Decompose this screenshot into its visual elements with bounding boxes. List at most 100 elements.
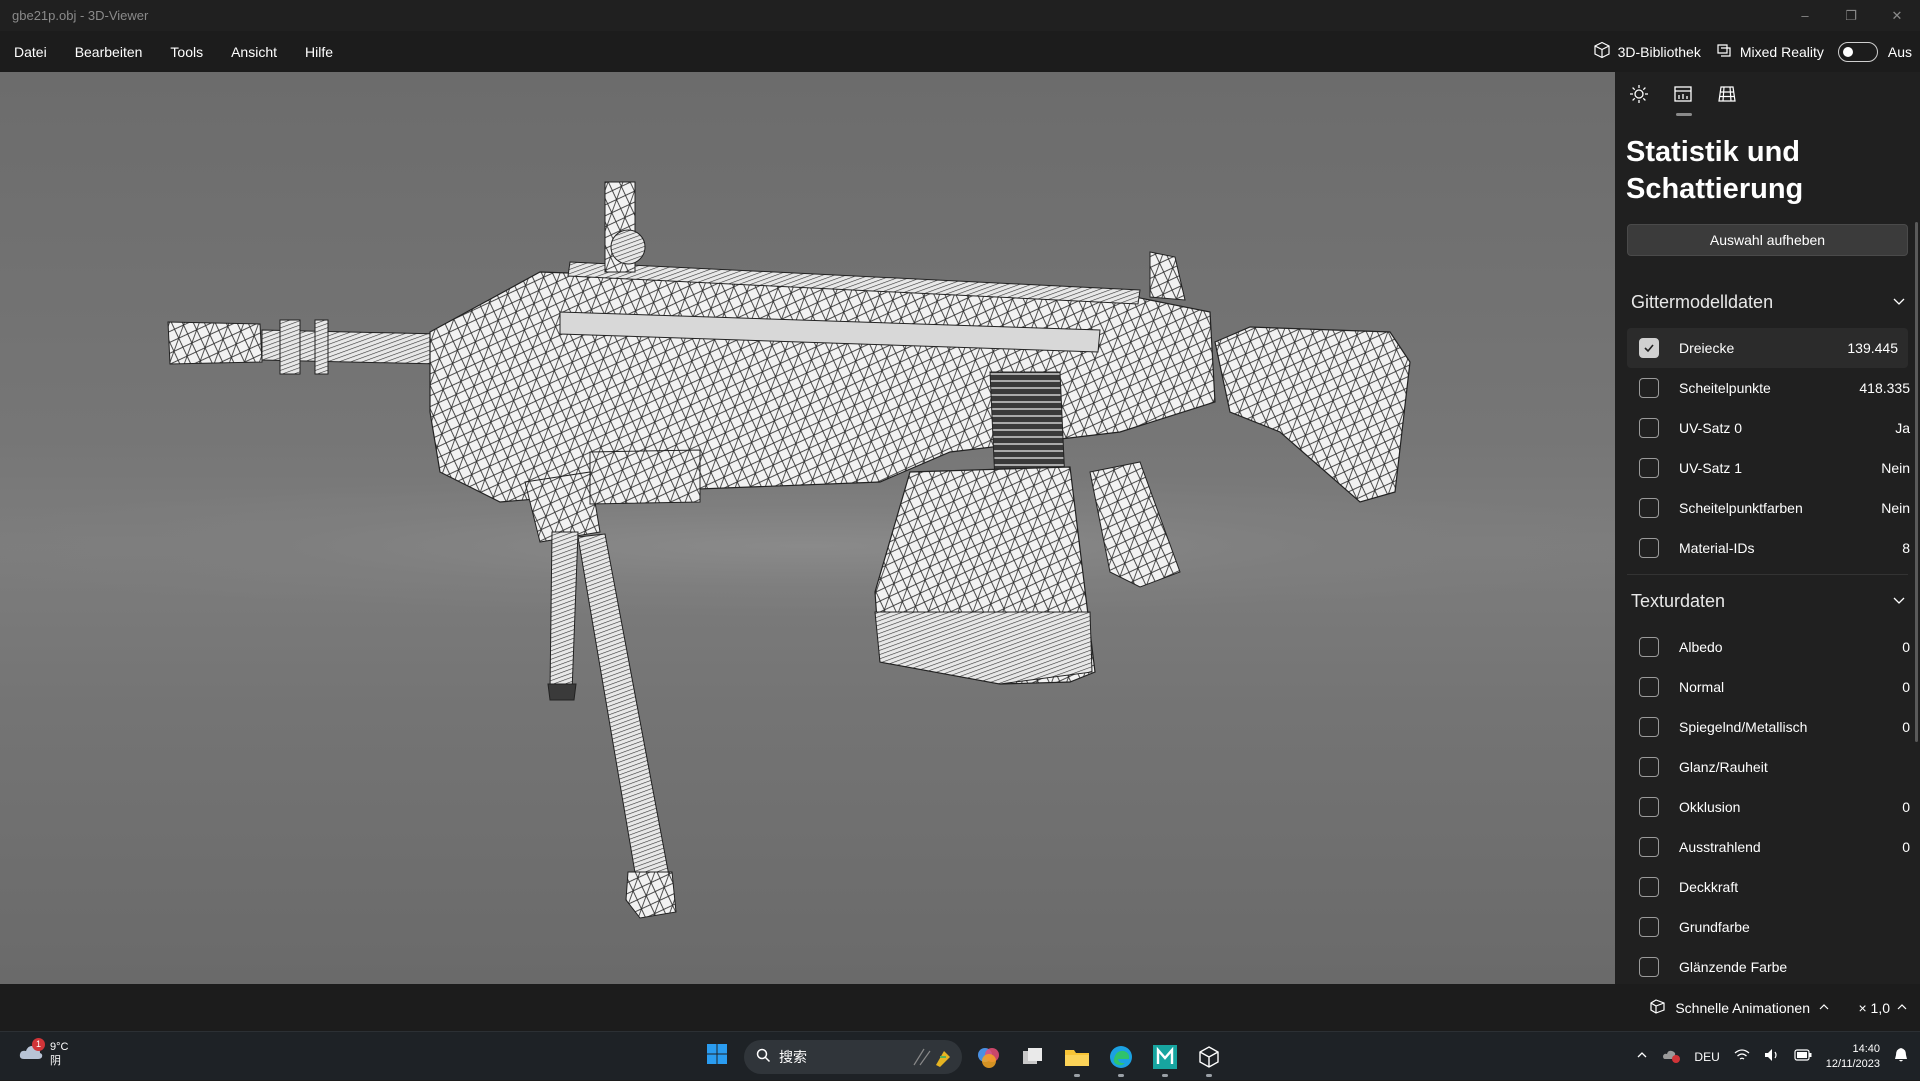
file-explorer-icon[interactable] [1060,1040,1094,1077]
row-label: Scheitelpunkte [1679,380,1771,396]
close-button[interactable]: ✕ [1874,0,1920,31]
row-value: Ja [1895,420,1910,436]
texture-row-occlusion[interactable]: Okklusion 0 [1615,787,1920,827]
menu-bearbeiten[interactable]: Bearbeiten [61,31,157,72]
mesh-row-vertices[interactable]: Scheitelpunkte 418.335 [1615,368,1920,408]
search-highlight-icon [910,1045,954,1072]
mixed-reality-label: Mixed Reality [1739,43,1824,60]
mixed-reality-button[interactable]: Mixed Reality [1715,41,1824,62]
texture-row-opacity[interactable]: Deckkraft [1615,867,1920,907]
uv1-checkbox[interactable] [1639,458,1659,478]
material-ids-checkbox[interactable] [1639,538,1659,558]
mesh-row-uv1[interactable]: UV-Satz 1 Nein [1615,448,1920,488]
opacity-checkbox[interactable] [1639,877,1659,897]
albedo-checkbox[interactable] [1639,637,1659,657]
grid-icon [1717,84,1737,109]
vertices-checkbox[interactable] [1639,378,1659,398]
properties-panel: Statistik und Schattierung Auswahl aufhe… [1615,72,1920,984]
menu-right-group: 3D-Bibliothek Mixed Reality Aus [1593,31,1920,72]
uv0-checkbox[interactable] [1639,418,1659,438]
mesh-row-vertex-colors[interactable]: Scheitelpunktfarben Nein [1615,488,1920,528]
restore-button[interactable]: ❐ [1828,0,1874,31]
cube-icon [1593,41,1611,62]
library-label: 3D-Bibliothek [1617,43,1701,60]
weather-badge: 1 [32,1037,45,1051]
gloss-color-checkbox[interactable] [1639,957,1659,977]
library-button[interactable]: 3D-Bibliothek [1593,41,1701,62]
chevron-down-icon [1892,292,1906,313]
texture-row-emissive[interactable]: Ausstrahlend 0 [1615,827,1920,867]
row-value: 0 [1902,719,1910,735]
deselect-button[interactable]: Auswahl aufheben [1627,224,1908,256]
start-button[interactable] [700,1040,734,1074]
clock[interactable]: 14:40 12/11/2023 [1826,1042,1880,1072]
mesh-row-material-ids[interactable]: Material-IDs 8 [1615,528,1920,568]
texture-section-header[interactable]: Texturdaten [1615,575,1920,627]
roughness-checkbox[interactable] [1639,757,1659,777]
taskbar-apps: 搜索 [700,1032,1226,1081]
specular-checkbox[interactable] [1639,717,1659,737]
running-indicator [1162,1073,1168,1077]
base-color-checkbox[interactable] [1639,917,1659,937]
texture-row-specular[interactable]: Spiegelnd/Metallisch 0 [1615,707,1920,747]
normal-checkbox[interactable] [1639,677,1659,697]
mixed-reality-toggle[interactable] [1837,41,1878,62]
mesh-section-header[interactable]: Gittermodelldaten [1615,276,1920,328]
speaker-icon[interactable] [1764,1048,1780,1065]
menu-hilfe[interactable]: Hilfe [291,31,347,72]
tab-statistics[interactable] [1669,82,1697,116]
texture-row-normal[interactable]: Normal 0 [1615,667,1920,707]
menu-tools[interactable]: Tools [156,31,217,72]
title-bar: gbe21p.obj - 3D-Viewer – ❐ ✕ [0,0,1920,31]
texture-row-gloss-color[interactable]: Glänzende Farbe [1615,947,1920,984]
task-view-icon[interactable] [1016,1040,1050,1074]
notification-bell-icon[interactable] [1894,1047,1908,1066]
maya-app-icon[interactable] [1148,1040,1182,1077]
mesh-row-uv0[interactable]: UV-Satz 0 Ja [1615,408,1920,448]
panel-scrollbar[interactable] [1915,222,1918,742]
vertex-colors-checkbox[interactable] [1639,498,1659,518]
security-icon[interactable] [1662,1047,1681,1066]
occlusion-checkbox[interactable] [1639,797,1659,817]
3d-viewer-app-icon[interactable] [1192,1040,1226,1077]
battery-icon[interactable] [1794,1049,1812,1064]
texture-row-roughness[interactable]: Glanz/Rauheit [1615,747,1920,787]
triangles-checkbox[interactable] [1639,338,1659,358]
speed-button[interactable]: × 1,0 [1858,984,1908,1031]
clock-time: 14:40 [1852,1042,1880,1055]
weather-text: 9°C 阴 [50,1040,68,1068]
3d-viewport[interactable] [0,72,1615,984]
taskbar-search[interactable]: 搜索 [744,1039,962,1074]
row-value: Nein [1881,500,1910,516]
menu-datei[interactable]: Datei [0,31,61,72]
window-controls: – ❐ ✕ [1782,0,1920,31]
minimize-button[interactable]: – [1782,0,1828,31]
animation-label: Schnelle Animationen [1675,999,1810,1016]
texture-section-title: Texturdaten [1631,590,1726,611]
edge-browser-icon[interactable] [1104,1040,1138,1077]
animation-button[interactable]: Schnelle Animationen [1649,984,1830,1031]
row-value: 0 [1902,839,1910,855]
row-label: Ausstrahlend [1679,839,1761,855]
chevron-up-icon[interactable] [1636,1049,1648,1064]
row-label: Spiegelnd/Metallisch [1679,719,1808,735]
row-value: 8 [1902,540,1910,556]
tab-lighting[interactable] [1625,82,1653,110]
weather-widget[interactable]: 1 9°C 阴 [18,1037,68,1068]
row-label: Scheitelpunktfarben [1679,500,1803,516]
texture-row-base-color[interactable]: Grundfarbe [1615,907,1920,947]
speed-label: × 1,0 [1858,999,1890,1016]
row-label: Okklusion [1679,799,1741,815]
language-indicator[interactable]: DEU [1694,1050,1719,1064]
wifi-icon[interactable] [1734,1048,1750,1065]
mesh-row-triangles[interactable]: Dreiecke 139.445 [1627,328,1908,368]
animation-icon [1649,998,1667,1017]
copilot-app-icon[interactable] [972,1040,1006,1074]
chevron-up-icon [1896,1000,1908,1016]
row-label: UV-Satz 1 [1679,460,1743,476]
tab-grid[interactable] [1713,82,1741,110]
menu-ansicht[interactable]: Ansicht [217,31,291,72]
search-placeholder: 搜索 [779,1048,807,1065]
texture-row-albedo[interactable]: Albedo 0 [1615,627,1920,667]
emissive-checkbox[interactable] [1639,837,1659,857]
